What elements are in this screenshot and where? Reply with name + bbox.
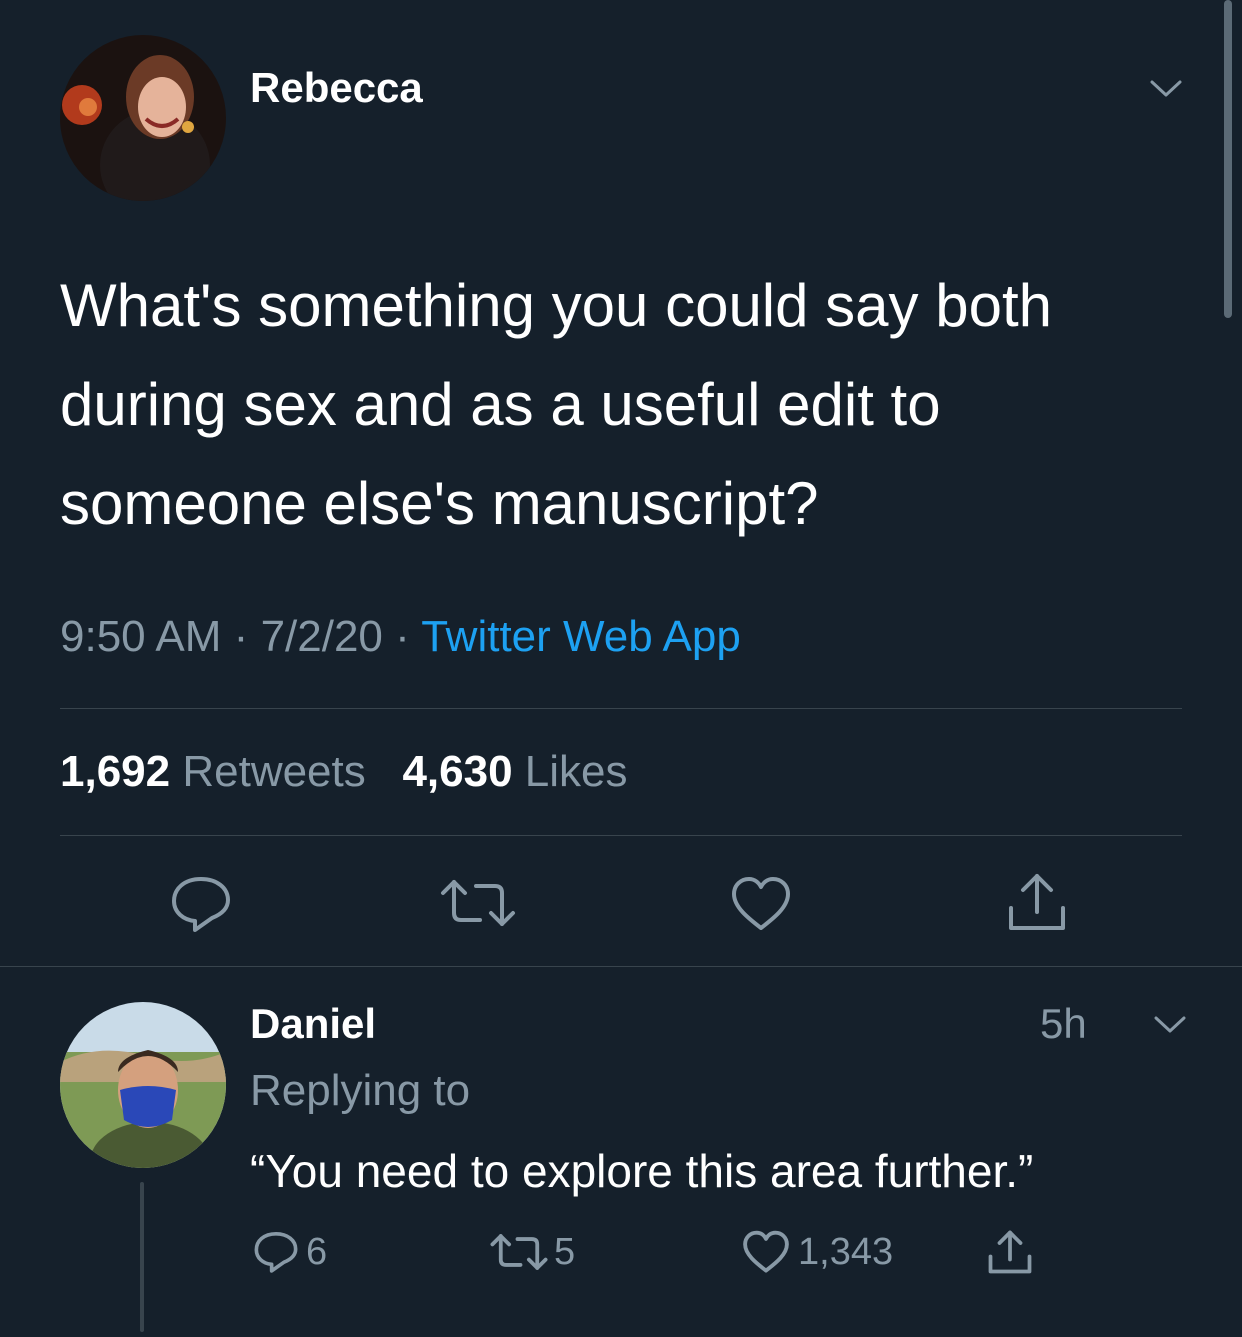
replying-to: Replying to (250, 1066, 471, 1115)
thread-line (140, 1182, 144, 1332)
retweets-label: Retweets (182, 747, 366, 796)
like-button[interactable] (730, 876, 792, 932)
tweet-meta: 9:50 AM · 7/2/20 · Twitter Web App (60, 612, 741, 662)
reply-like-button[interactable]: 1,343 (742, 1228, 893, 1276)
reply-icon (172, 877, 230, 932)
reply-author-name[interactable]: Daniel (250, 1000, 376, 1048)
tweet-source-link[interactable]: Twitter Web App (421, 612, 741, 661)
reply-retweet-count: 5 (554, 1230, 576, 1273)
tweet-text: What's something you could say both duri… (60, 272, 1052, 537)
reply-age[interactable]: 5h (1040, 1000, 1087, 1048)
reply-count: 6 (306, 1230, 328, 1273)
reply-button[interactable] (168, 874, 234, 934)
reply-share-button[interactable] (986, 1228, 1034, 1276)
retweets-count: 1,692 (60, 747, 171, 796)
retweets-stat[interactable]: 1,692 Retweets (60, 747, 378, 796)
tweet-time: 9:50 AM (60, 612, 222, 661)
likes-stat[interactable]: 4,630 Likes (402, 747, 627, 796)
reply-icon (254, 1232, 298, 1273)
retweet-icon (441, 880, 515, 926)
tweet-stats: 1,692 Retweets 4,630 Likes (60, 747, 628, 797)
retweet-button[interactable] (440, 878, 516, 928)
likes-label: Likes (524, 747, 628, 796)
meta-separator: · (233, 612, 249, 661)
likes-count: 4,630 (402, 747, 513, 796)
like-icon (743, 1230, 789, 1273)
chevron-down-icon[interactable] (1150, 1010, 1190, 1038)
reply-author-avatar[interactable] (60, 1002, 226, 1168)
section-divider (0, 966, 1242, 967)
author-avatar[interactable] (60, 35, 226, 201)
reply-like-count: 1,343 (798, 1230, 894, 1273)
share-icon (988, 1230, 1032, 1274)
divider (60, 708, 1182, 709)
share-button[interactable] (1005, 870, 1069, 934)
retweet-icon (490, 1234, 548, 1270)
scrollbar[interactable] (1224, 0, 1232, 318)
author-name[interactable]: Rebecca (250, 64, 423, 112)
share-icon (1009, 874, 1065, 930)
like-icon (732, 877, 790, 930)
tweet-date: 7/2/20 (260, 612, 383, 661)
meta-separator: · (395, 612, 410, 661)
divider (60, 835, 1182, 836)
reply-reply-button[interactable]: 6 (252, 1228, 327, 1276)
reply-text: “You need to explore this area further.” (250, 1145, 1034, 1197)
reply-retweet-button[interactable]: 5 (490, 1228, 575, 1276)
chevron-down-icon[interactable] (1146, 74, 1186, 102)
